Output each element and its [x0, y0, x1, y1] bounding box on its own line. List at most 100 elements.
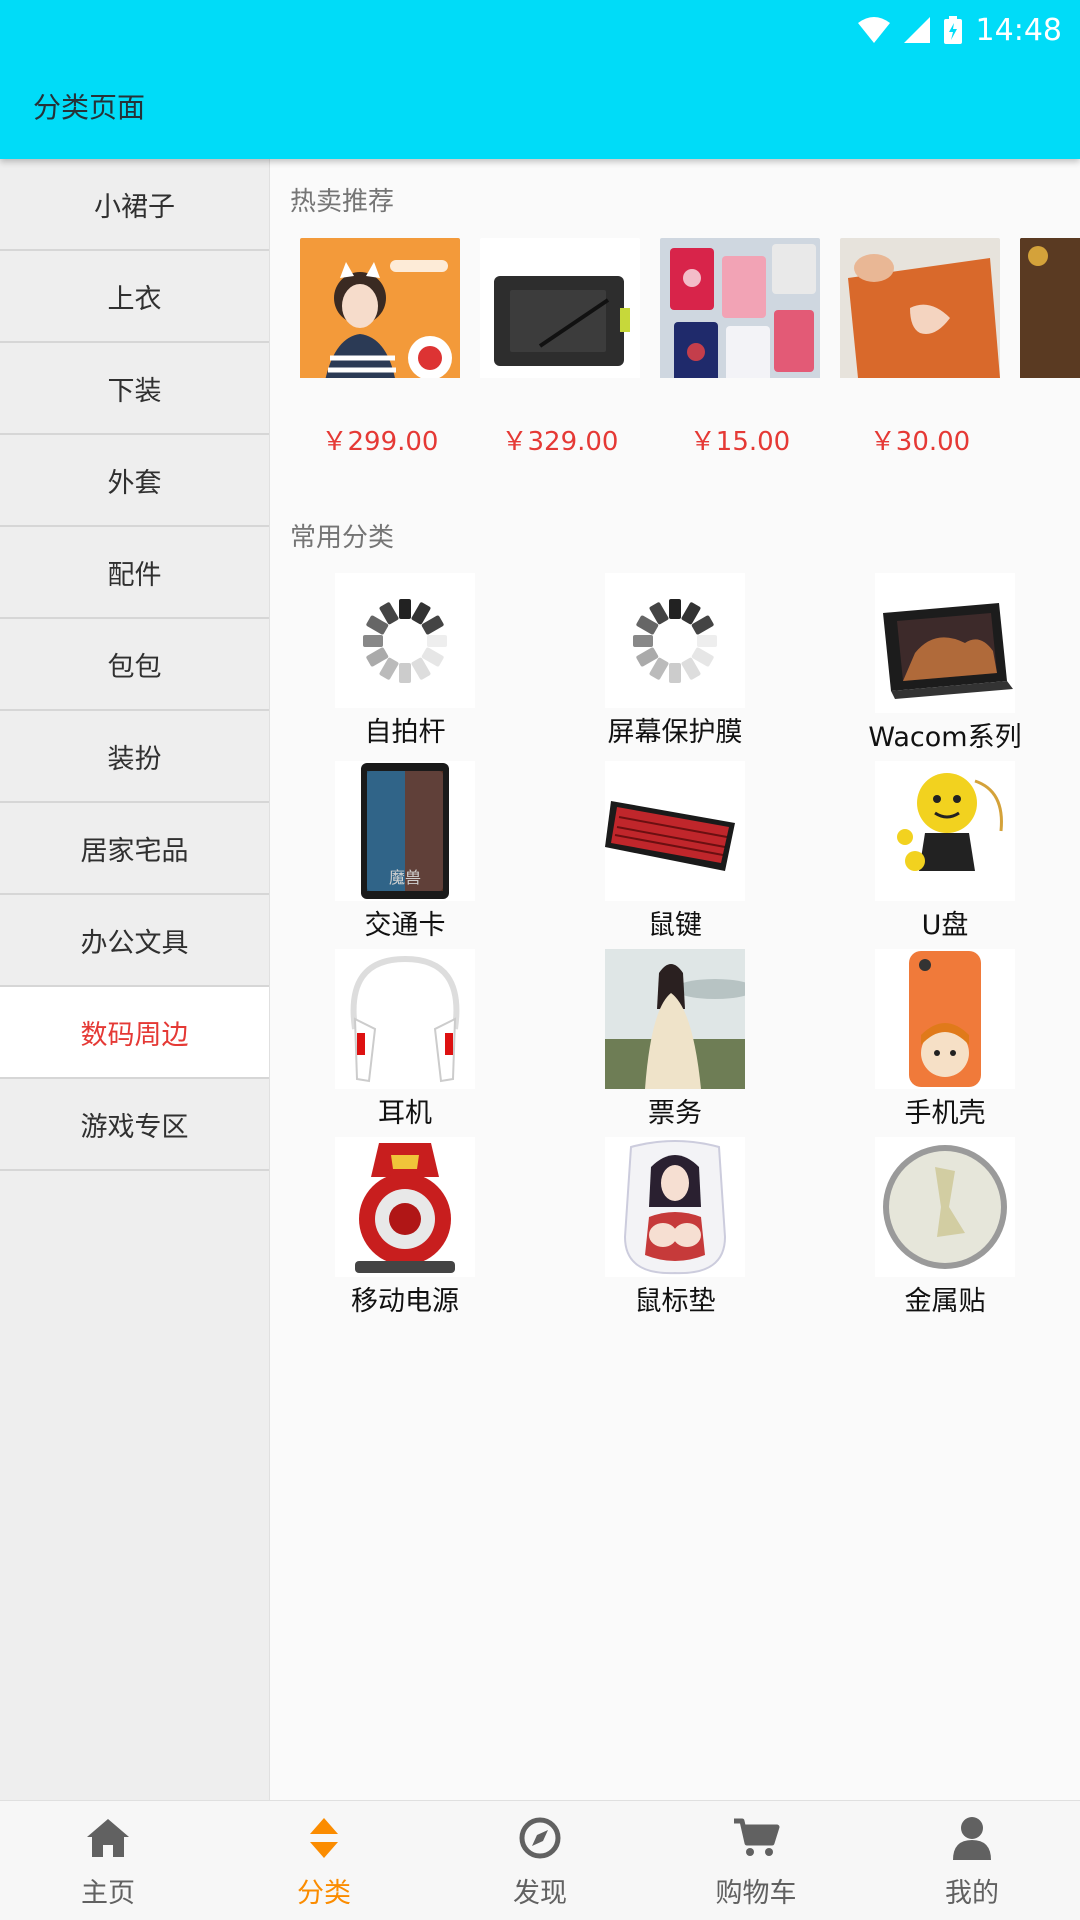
signal-icon	[903, 17, 930, 43]
loading-spinner-icon	[363, 598, 447, 683]
categories-section-title: 常用分类	[290, 523, 395, 553]
category-item-earphones[interactable]: 耳机	[270, 949, 540, 1129]
nav-label: 我的	[945, 1878, 999, 1909]
hot-products-row[interactable]	[300, 238, 1080, 378]
sort-icon	[310, 1818, 338, 1858]
nav-label: 购物车	[715, 1878, 797, 1909]
sidebar-item-label: 上衣	[107, 283, 162, 315]
category-item-tickets[interactable]: 票务	[540, 949, 810, 1129]
category-item-selfie-stick[interactable]: 自拍杆	[270, 573, 540, 749]
sidebar-item-games[interactable]: 游戏专区	[0, 1079, 269, 1171]
hot-section-title: 热卖推荐	[290, 187, 395, 217]
user-icon	[953, 1817, 991, 1860]
category-label: Wacom系列	[868, 722, 1022, 753]
category-item-wacom[interactable]: Wacom系列	[810, 573, 1080, 753]
category-content: 热卖推荐 ￥299.00 ￥329.00 ￥15.00 ￥30.00 常用分类 …	[270, 159, 1080, 1800]
sidebar-item-dressup[interactable]: 装扮	[0, 711, 269, 803]
product-price: ￥30.00	[869, 427, 971, 457]
sidebar-item-label: 小裙子	[94, 191, 175, 223]
hot-product-card[interactable]	[1020, 238, 1080, 378]
anime-mousepad-photo	[623, 1140, 727, 1275]
pen-display-photo	[883, 603, 1013, 699]
card-holders-photo	[660, 238, 820, 378]
costume-girl-photo	[605, 949, 745, 1089]
sidebar-item-coats[interactable]: 外套	[0, 435, 269, 527]
hot-product-card[interactable]	[660, 238, 820, 378]
girl-headphones-photo	[300, 238, 460, 378]
sidebar-item-label: 装扮	[107, 743, 162, 775]
nav-label: 主页	[81, 1878, 135, 1909]
sidebar-item-label: 游戏专区	[80, 1111, 189, 1143]
category-label: 鼠标垫	[634, 1286, 716, 1317]
sidebar-item-label: 办公文具	[80, 927, 189, 959]
sidebar-item-label: 外套	[107, 467, 162, 499]
category-label: 耳机	[378, 1098, 432, 1129]
sidebar-item-home[interactable]: 居家宅品	[0, 803, 269, 895]
category-item-phone-case[interactable]: 手机壳	[810, 949, 1080, 1129]
category-item-keyboard[interactable]: 鼠键	[540, 761, 810, 941]
category-label: 移动电源	[351, 1286, 459, 1317]
compass-icon	[519, 1817, 561, 1859]
sidebar-item-bags[interactable]: 包包	[0, 619, 269, 711]
category-label: 票务	[648, 1098, 702, 1129]
category-label: U盘	[921, 910, 969, 941]
hot-product-card[interactable]	[480, 238, 640, 378]
category-label: 自拍杆	[364, 717, 446, 748]
sidebar-item-accessories[interactable]: 配件	[0, 527, 269, 619]
phone-case-photo	[909, 951, 981, 1087]
app-bar: 14:48 分类页面	[0, 0, 1080, 159]
page-title: 分类页面	[33, 91, 146, 124]
sidebar-item-label: 包包	[107, 651, 162, 683]
category-item-transit-card[interactable]: 魔兽 交通卡	[270, 761, 540, 941]
nav-profile[interactable]: 我的	[864, 1801, 1080, 1920]
category-label: 手机壳	[904, 1098, 986, 1129]
nav-label: 发现	[513, 1878, 567, 1909]
metal-sticker-photo	[883, 1145, 1007, 1269]
sidebar-item-label: 下装	[107, 375, 162, 407]
category-item-usb-drive[interactable]: U盘	[810, 761, 1080, 941]
svg-text:魔兽: 魔兽	[389, 868, 421, 887]
sidebar-item-digital[interactable]: 数码周边	[0, 987, 269, 1079]
hot-product-card[interactable]	[840, 238, 1000, 378]
hot-prices-row: ￥299.00 ￥329.00 ￥15.00 ￥30.00 ￥	[300, 421, 1080, 458]
cart-icon	[734, 1818, 780, 1856]
category-item-mouse-pad[interactable]: 鼠标垫	[540, 1137, 810, 1317]
category-label: 鼠键	[648, 910, 702, 941]
category-label: 屏幕保护膜	[607, 717, 743, 748]
loading-spinner-icon	[633, 598, 717, 683]
product-price: ￥299.00	[321, 427, 439, 457]
nav-home[interactable]: 主页	[0, 1801, 216, 1920]
category-item-screen-protector[interactable]: 屏幕保护膜	[540, 573, 810, 749]
sidebar-item-label: 数码周边	[80, 1019, 189, 1051]
keyboard-photo	[605, 801, 735, 871]
nav-category[interactable]: 分类	[216, 1801, 432, 1920]
sidebar-item-skirts[interactable]: 小裙子	[0, 159, 269, 251]
category-sidebar: 小裙子 上衣 下装 外套 配件 包包 装扮 居家宅品 办公文具 数码周边 游戏专…	[0, 159, 270, 1800]
bottom-navigation: 主页 分类 发现 购物车 我的	[0, 1800, 1080, 1920]
neckband-headphones-photo	[350, 955, 460, 1083]
orange-notebook-photo	[840, 238, 1000, 378]
nav-discover[interactable]: 发现	[432, 1801, 648, 1920]
status-time: 14:48	[975, 12, 1062, 48]
nav-cart[interactable]: 购物车	[648, 1801, 864, 1920]
wifi-icon	[857, 17, 890, 43]
sidebar-item-tops[interactable]: 上衣	[0, 251, 269, 343]
status-bar: 14:48	[857, 8, 1062, 52]
dark-product-photo	[1020, 238, 1080, 378]
product-price: ￥15.00	[689, 427, 791, 457]
drawing-tablet-photo	[480, 238, 640, 378]
sidebar-item-label: 配件	[107, 559, 162, 591]
home-icon	[87, 1819, 129, 1857]
hot-product-card[interactable]	[300, 238, 460, 378]
ironman-powerbank-photo	[355, 1143, 455, 1273]
nav-label: 分类	[297, 1878, 351, 1909]
category-item-metal-sticker[interactable]: 金属贴	[810, 1137, 1080, 1317]
warcraft-card-photo: 魔兽	[361, 763, 449, 899]
product-price: ￥	[1020, 421, 1080, 458]
sidebar-item-stationery[interactable]: 办公文具	[0, 895, 269, 987]
category-item-power-bank[interactable]: 移动电源	[270, 1137, 540, 1317]
sidebar-item-bottoms[interactable]: 下装	[0, 343, 269, 435]
sidebar-item-label: 居家宅品	[80, 835, 189, 867]
product-price: ￥329.00	[501, 427, 619, 457]
category-label: 交通卡	[364, 910, 446, 941]
